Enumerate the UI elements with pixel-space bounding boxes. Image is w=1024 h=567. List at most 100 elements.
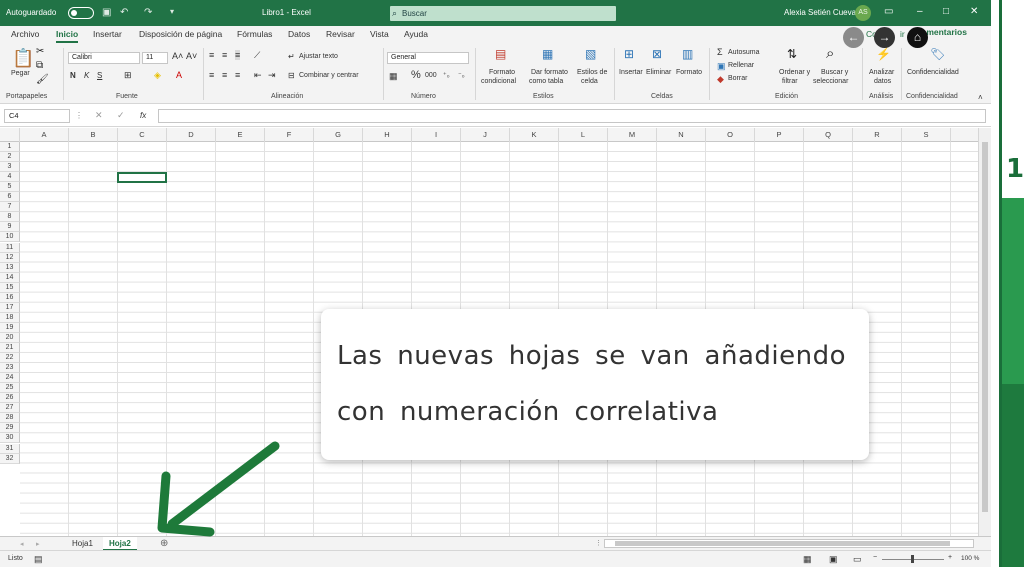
minimize-icon[interactable]: –: [917, 6, 923, 17]
confidentiality-icon[interactable]: 🏷: [930, 47, 945, 61]
autosum-button[interactable]: Autosuma: [728, 49, 760, 56]
more-icon[interactable]: ⋮: [75, 111, 83, 120]
sort-filter-line2[interactable]: filtrar: [782, 78, 798, 85]
column-header[interactable]: R: [853, 128, 902, 142]
insert-cells-button[interactable]: Insertar: [619, 69, 643, 76]
row-header[interactable]: 4: [0, 172, 20, 183]
column-header[interactable]: K: [510, 128, 559, 142]
find-select-line1[interactable]: Buscar y: [821, 69, 848, 76]
wrap-text-button[interactable]: Ajustar texto: [299, 53, 338, 60]
insert-function-icon[interactable]: fx: [140, 111, 146, 120]
forward-arrow-icon[interactable]: →: [874, 27, 895, 48]
align-center-icon[interactable]: ≡: [222, 70, 227, 80]
sheet-prev-icon[interactable]: ◂: [20, 540, 24, 548]
tab-insertar[interactable]: Insertar: [93, 29, 122, 39]
borders-icon[interactable]: ⊞: [124, 70, 132, 81]
tab-formulas[interactable]: Fórmulas: [237, 29, 272, 39]
back-arrow-icon[interactable]: ←: [843, 27, 864, 48]
name-box[interactable]: C4: [4, 109, 70, 123]
row-header[interactable]: 18: [0, 312, 20, 323]
zoom-out-icon[interactable]: −: [873, 554, 877, 561]
column-header[interactable]: J: [461, 128, 510, 142]
wrap-text-icon[interactable]: ↵: [288, 52, 295, 61]
row-header[interactable]: 12: [0, 252, 20, 263]
paste-label[interactable]: Pegar: [11, 70, 30, 77]
align-left-icon[interactable]: ≡: [209, 70, 214, 80]
cond-format-line1[interactable]: Formato: [489, 69, 515, 76]
increase-decimal-icon[interactable]: ⁺₀: [443, 71, 450, 79]
column-header[interactable]: B: [69, 128, 118, 142]
number-format-select[interactable]: General: [387, 52, 469, 64]
normal-view-icon[interactable]: ▦: [803, 554, 812, 565]
tab-disposicion[interactable]: Disposición de página: [139, 29, 222, 39]
row-header[interactable]: 23: [0, 363, 20, 374]
decrease-decimal-icon[interactable]: ⁻₀: [458, 71, 465, 79]
column-header[interactable]: G: [314, 128, 363, 142]
row-header[interactable]: 17: [0, 302, 20, 313]
maximize-icon[interactable]: □: [943, 6, 949, 17]
column-header[interactable]: M: [608, 128, 657, 142]
underline-button[interactable]: S: [97, 71, 102, 80]
row-header[interactable]: 30: [0, 433, 20, 444]
cancel-icon[interactable]: ✕: [95, 110, 103, 121]
row-header[interactable]: 28: [0, 413, 20, 424]
bold-button[interactable]: N: [70, 71, 76, 80]
find-select-icon[interactable]: ⌕: [826, 45, 834, 62]
row-header[interactable]: 31: [0, 443, 20, 454]
scroll-thumb[interactable]: [982, 142, 988, 512]
avatar[interactable]: AS: [855, 5, 871, 21]
analyze-data-icon[interactable]: ⚡: [876, 47, 891, 61]
row-header[interactable]: 24: [0, 373, 20, 384]
row-header[interactable]: 19: [0, 322, 20, 333]
row-header[interactable]: 13: [0, 262, 20, 273]
undo-icon[interactable]: ↶: [120, 7, 128, 18]
row-header[interactable]: 2: [0, 152, 20, 163]
analyze-data-line1[interactable]: Analizar: [869, 69, 894, 76]
add-sheet-icon[interactable]: ⊕: [160, 538, 168, 549]
thousands-icon[interactable]: 000: [425, 72, 437, 79]
merge-center-button[interactable]: Combinar y centrar: [299, 72, 359, 79]
column-header[interactable]: F: [265, 128, 314, 142]
format-painter-icon[interactable]: 🖌: [36, 74, 49, 85]
tab-archivo[interactable]: Archivo: [11, 29, 39, 39]
page-layout-icon[interactable]: ▣: [829, 554, 838, 565]
save-icon[interactable]: ▣: [102, 7, 111, 18]
column-header[interactable]: N: [657, 128, 706, 142]
decrease-indent-icon[interactable]: ⇤: [254, 70, 262, 81]
macro-record-icon[interactable]: ▤: [34, 554, 43, 565]
merge-icon[interactable]: ⊟: [288, 71, 295, 80]
row-header[interactable]: 27: [0, 403, 20, 414]
sheet-tab-hoja1[interactable]: Hoja1: [66, 537, 99, 551]
select-all-corner[interactable]: [0, 128, 20, 142]
search-box[interactable]: ⌕ Buscar: [390, 6, 616, 21]
tab-vista[interactable]: Vista: [370, 29, 389, 39]
row-header[interactable]: 10: [0, 232, 20, 243]
conditional-format-icon[interactable]: ▤: [495, 47, 506, 61]
row-header[interactable]: 7: [0, 202, 20, 213]
column-header[interactable]: L: [559, 128, 608, 142]
redo-icon[interactable]: ↷: [144, 7, 152, 18]
vertical-scrollbar[interactable]: [978, 128, 991, 536]
analyze-data-line2[interactable]: datos: [874, 78, 891, 85]
tab-inicio[interactable]: Inicio: [56, 29, 79, 43]
sort-filter-icon[interactable]: ⇅: [787, 47, 797, 61]
orientation-icon[interactable]: ⟋: [254, 50, 260, 61]
autosave-toggle[interactable]: [68, 7, 94, 19]
delete-cells-button[interactable]: Eliminar: [646, 69, 671, 76]
grow-font-icon[interactable]: A˄: [172, 51, 183, 61]
active-cell[interactable]: [117, 172, 167, 183]
column-header[interactable]: E: [216, 128, 265, 142]
fill-button[interactable]: Rellenar: [728, 62, 754, 69]
align-top-icon[interactable]: ≡: [209, 50, 214, 60]
cell-styles-icon[interactable]: ▧: [585, 47, 596, 61]
font-color-icon[interactable]: A: [176, 70, 182, 80]
column-header[interactable]: P: [755, 128, 804, 142]
clear-icon[interactable]: ◆: [717, 74, 724, 85]
column-header[interactable]: Q: [804, 128, 853, 142]
tab-ayuda[interactable]: Ayuda: [404, 29, 428, 39]
row-header[interactable]: 32: [0, 453, 20, 464]
ribbon-display-icon[interactable]: ▭: [884, 6, 893, 17]
format-cells-button[interactable]: Formato: [676, 69, 702, 76]
italic-button[interactable]: K: [84, 71, 89, 80]
autosum-icon[interactable]: Σ: [717, 47, 723, 57]
